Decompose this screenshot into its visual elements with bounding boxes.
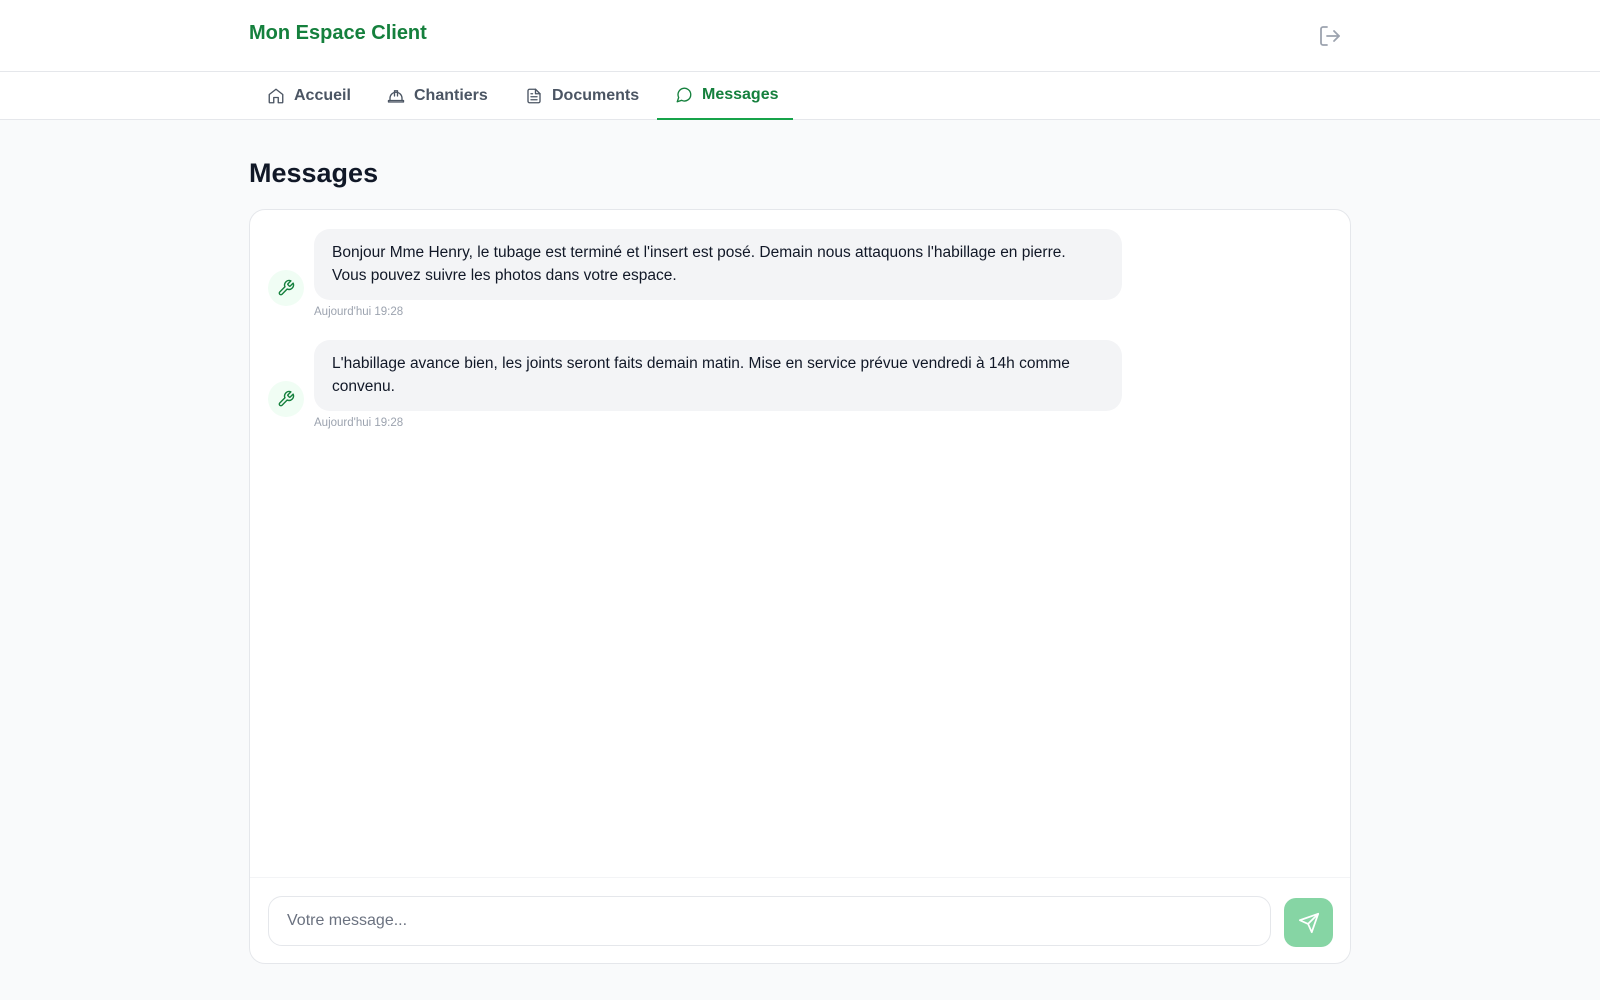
message-input[interactable] [268, 896, 1271, 946]
avatar [268, 381, 304, 417]
send-icon [1298, 912, 1320, 934]
message-list[interactable]: Bonjour Mme Henry, le tubage est terminé… [250, 210, 1350, 877]
chat-bubble-icon [675, 86, 693, 104]
document-icon [525, 87, 543, 105]
home-icon [267, 87, 285, 105]
logout-icon[interactable] [1318, 24, 1342, 48]
app-title: Mon Espace Client [249, 22, 427, 44]
tab-label: Chantiers [414, 87, 488, 104]
tab-messages[interactable]: Messages [657, 72, 793, 120]
message-item: Bonjour Mme Henry, le tubage est terminé… [268, 229, 1332, 320]
message-bubble: Bonjour Mme Henry, le tubage est terminé… [314, 229, 1122, 300]
message-composer [250, 877, 1350, 963]
wrench-icon [277, 390, 295, 408]
send-button[interactable] [1284, 898, 1333, 947]
message-timestamp: Aujourd'hui 19:28 [314, 417, 404, 429]
tab-label: Accueil [294, 87, 351, 104]
tab-documents[interactable]: Documents [507, 72, 657, 120]
app-header: Mon Espace Client [0, 0, 1600, 72]
main-nav: Accueil Chantiers Documents Messages [0, 72, 1600, 120]
tab-label: Documents [552, 87, 640, 104]
message-bubble: L'habillage avance bien, les joints sero… [314, 340, 1122, 411]
message-item: L'habillage avance bien, les joints sero… [268, 340, 1332, 431]
wrench-icon [277, 279, 295, 297]
tab-label: Messages [702, 86, 779, 103]
chat-panel: Bonjour Mme Henry, le tubage est terminé… [249, 209, 1351, 964]
page-title: Messages [249, 158, 379, 188]
avatar [268, 270, 304, 306]
hard-hat-icon [387, 87, 405, 105]
message-timestamp: Aujourd'hui 19:28 [314, 306, 404, 318]
tab-accueil[interactable]: Accueil [249, 72, 369, 120]
tab-chantiers[interactable]: Chantiers [369, 72, 506, 120]
